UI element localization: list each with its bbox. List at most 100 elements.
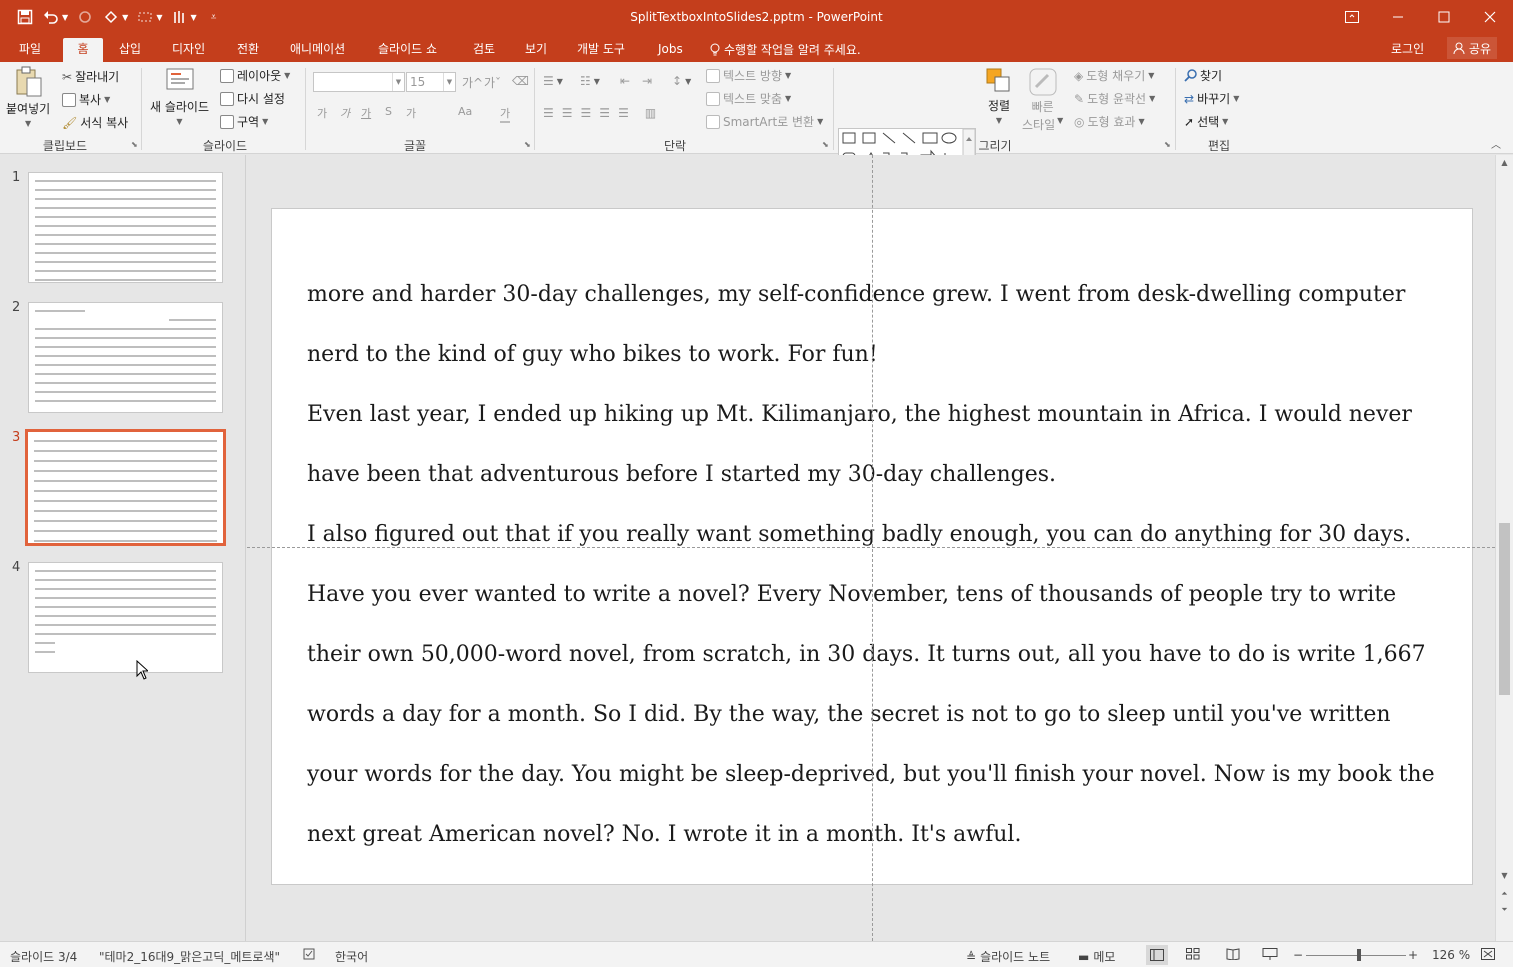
shape-effects-button[interactable]: ◎ 도형 효과 ▼ — [1074, 113, 1145, 130]
signin-link[interactable]: 로그인 — [1391, 40, 1424, 57]
select-button[interactable]: ➚ 선택 ▼ — [1184, 113, 1228, 130]
slide-thumbnail-2[interactable] — [28, 302, 223, 413]
next-slide-icon[interactable]: ⏷ — [1496, 905, 1513, 915]
justify-icon[interactable]: ☰ — [599, 106, 610, 120]
find-button[interactable]: 찾기 — [1184, 67, 1222, 84]
share-button[interactable]: 공유 — [1446, 37, 1497, 59]
slide-textbox[interactable]: more and harder 30-day challenges, my se… — [307, 265, 1447, 865]
scroll-up-icon[interactable]: ▲ — [1496, 158, 1513, 167]
comments-button[interactable]: ▬ 메모 — [1078, 948, 1115, 965]
zoom-slider-knob[interactable] — [1357, 949, 1361, 961]
font-launcher-icon[interactable]: ⬊ — [524, 140, 531, 149]
pointer-icon: ➚ — [1184, 114, 1195, 129]
tab-developer[interactable]: 개발 도구 — [575, 38, 627, 62]
shape-outline-button[interactable]: ✎ 도형 윤곽선 ▼ — [1074, 90, 1155, 107]
reset-button[interactable]: 다시 설정 — [220, 90, 285, 107]
copy-button[interactable]: 복사 ▼ — [62, 91, 110, 108]
numbering-button[interactable]: ☷ ▼ — [580, 74, 600, 88]
tab-insert[interactable]: 삽입 — [117, 38, 143, 62]
normal-view-icon[interactable] — [1146, 945, 1168, 965]
quick-styles-button[interactable]: 빠른 스타일 ▼ — [1022, 67, 1063, 133]
bullets-button[interactable]: ☰ ▼ — [543, 74, 563, 88]
bold-button[interactable]: 가 — [317, 105, 327, 121]
font-color-button[interactable]: 가 — [500, 105, 511, 123]
fit-to-window-icon[interactable] — [1481, 948, 1495, 960]
align-text-button[interactable]: 텍스트 맞춤 ▼ — [706, 90, 791, 107]
shape-fill-button[interactable]: ◈ 도형 채우기 ▼ — [1074, 67, 1154, 84]
font-size-combo[interactable]: 15 ▼ — [406, 72, 456, 92]
zoom-out-icon[interactable]: − — [1293, 948, 1303, 962]
tab-slideshow[interactable]: 슬라이드 쇼 — [376, 38, 439, 62]
zoom-level[interactable]: 126 % — [1432, 948, 1470, 962]
drawing-launcher-icon[interactable]: ⬊ — [1164, 140, 1171, 149]
ribbon-display-options-icon[interactable] — [1329, 0, 1375, 34]
strikethrough-button[interactable]: 가 — [406, 105, 416, 121]
collapse-ribbon-icon[interactable]: ︿ — [1491, 136, 1501, 151]
maximize-icon[interactable] — [1421, 0, 1467, 34]
slideshow-icon[interactable] — [1262, 948, 1278, 960]
shrink-font-button[interactable]: 가ˇ — [484, 74, 501, 91]
increase-indent-button[interactable]: ⇥ — [642, 74, 652, 88]
smartart-button[interactable]: SmartArt로 변환 ▼ — [706, 113, 823, 130]
tab-view[interactable]: 보기 — [523, 38, 549, 62]
tab-home[interactable]: 홈 — [63, 38, 103, 62]
slide-thumbnail-1[interactable] — [28, 172, 223, 283]
zoom-in-icon[interactable]: + — [1408, 948, 1418, 962]
scrollbar-thumb[interactable] — [1499, 523, 1510, 695]
change-case-button[interactable]: Aa — [458, 105, 472, 118]
paste-button[interactable]: 붙여넣기 ▼ — [6, 66, 50, 128]
format-painter-button[interactable]: 🖌 서식 복사 — [62, 114, 128, 131]
slide-thumbnail-4[interactable] — [28, 562, 223, 673]
align-right-icon[interactable]: ☰ — [581, 106, 592, 120]
columns-icon[interactable]: ▥ — [645, 106, 656, 120]
minimize-icon[interactable] — [1375, 0, 1421, 34]
grow-font-button[interactable]: 가^ — [462, 74, 483, 91]
arrange-dropdown-icon[interactable]: ▼ — [996, 116, 1002, 125]
text-direction-button[interactable]: 텍스트 방향 ▼ — [706, 67, 791, 84]
tab-animations[interactable]: 애니메이션 — [288, 38, 347, 62]
vertical-scrollbar[interactable]: ▲ ▼ ⏶ ⏷ — [1495, 155, 1513, 941]
close-icon[interactable] — [1467, 0, 1513, 34]
slide-sorter-icon[interactable] — [1186, 948, 1200, 960]
underline-button[interactable]: 가 — [361, 105, 371, 121]
font-name-combo[interactable]: ▼ — [313, 72, 405, 92]
font-name-dropdown-icon[interactable]: ▼ — [392, 73, 404, 91]
line-spacing-button[interactable]: ↕ ▼ — [672, 74, 691, 88]
new-slide-dropdown-icon[interactable]: ▼ — [176, 117, 182, 126]
spellcheck-icon[interactable] — [303, 948, 317, 960]
align-center-icon[interactable]: ☰ — [562, 106, 573, 120]
font-size-dropdown-icon[interactable]: ▼ — [443, 73, 455, 91]
paste-dropdown-icon[interactable]: ▼ — [25, 119, 31, 128]
section-button[interactable]: 구역 ▼ — [220, 113, 268, 130]
tab-jobs[interactable]: Jobs — [656, 38, 685, 62]
shadow-button[interactable]: S — [385, 105, 392, 118]
zoom-slider-track[interactable] — [1306, 955, 1406, 956]
distributed-icon[interactable]: ☰ — [618, 106, 629, 120]
paragraph-launcher-icon[interactable]: ⬊ — [822, 140, 829, 149]
tab-design[interactable]: 디자인 — [170, 38, 207, 62]
new-slide-button[interactable]: 새 슬라이드 ▼ — [150, 66, 209, 126]
tab-file[interactable]: 파일 — [17, 38, 43, 62]
vertical-guide[interactable] — [872, 155, 873, 941]
copy-dropdown-icon[interactable]: ▼ — [104, 95, 110, 104]
layout-button[interactable]: 레이아웃 ▼ — [220, 67, 290, 84]
tell-me-box[interactable]: 수행할 작업을 알려 주세요. — [708, 38, 863, 62]
tab-transitions[interactable]: 전환 — [235, 38, 261, 62]
reading-view-icon[interactable] — [1226, 948, 1240, 960]
arrange-button[interactable]: 정렬 ▼ — [985, 67, 1013, 125]
slide-thumbnail-3[interactable] — [25, 429, 226, 546]
align-left-icon[interactable]: ☰ — [543, 106, 554, 120]
notes-button[interactable]: ≜ 슬라이드 노트 — [966, 948, 1050, 965]
slide-editing-area[interactable]: more and harder 30-day challenges, my se… — [247, 155, 1495, 941]
italic-button[interactable]: 가 — [340, 105, 350, 121]
cut-button[interactable]: ✂ 잘라내기 — [62, 68, 119, 85]
scroll-down-icon[interactable]: ▼ — [1496, 871, 1513, 880]
previous-slide-icon[interactable]: ⏶ — [1496, 889, 1513, 899]
language-indicator[interactable]: 한국어 — [335, 948, 368, 965]
decrease-indent-button[interactable]: ⇤ — [620, 74, 630, 88]
tab-review[interactable]: 검토 — [471, 38, 497, 62]
clipboard-launcher-icon[interactable]: ⬊ — [131, 140, 138, 149]
horizontal-guide[interactable] — [247, 547, 1495, 548]
replace-button[interactable]: ⇄ 바꾸기 ▼ — [1184, 90, 1239, 107]
clear-formatting-button[interactable]: ⌫ — [512, 74, 529, 88]
